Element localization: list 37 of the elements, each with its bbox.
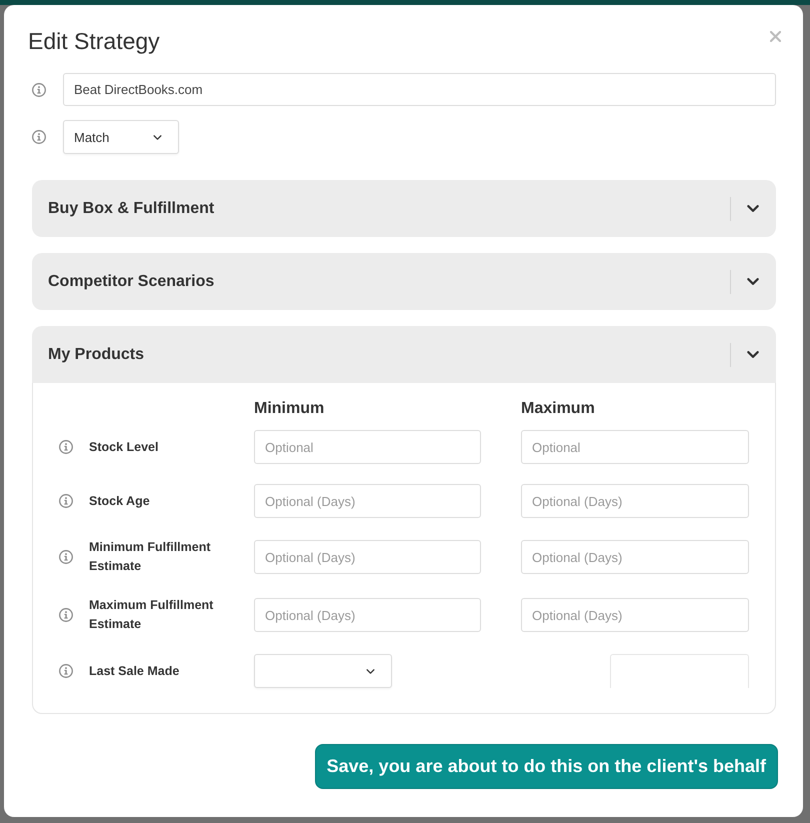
text-field[interactable]: Optional (Days) — [521, 598, 749, 632]
field-label: Last Sale Made — [89, 662, 180, 680]
chevron-down-icon — [747, 351, 759, 358]
field-label: Stock Level — [89, 438, 160, 456]
info-icon — [59, 550, 73, 564]
info-icon — [59, 664, 73, 678]
text-field[interactable]: Optional (Days) — [254, 598, 481, 632]
dropdown[interactable]: Match — [63, 120, 179, 154]
input-field[interactable] — [610, 654, 749, 688]
accordion-header[interactable]: My Products — [32, 326, 776, 383]
dialog-title: Edit Strategy — [28, 27, 160, 55]
accordion-header[interactable]: Buy Box & Fulfillment — [32, 180, 776, 237]
chevron-down-icon — [747, 205, 759, 212]
text-field[interactable]: Optional (Days) — [521, 540, 749, 574]
text-field[interactable]: Optional — [521, 430, 749, 464]
field-label: Stock Age — [89, 492, 151, 510]
field-label: Minimum Fulfillment Estimate — [89, 539, 212, 575]
info-icon — [59, 440, 73, 454]
chevron-down-icon — [153, 134, 162, 140]
save-button[interactable]: Save, you are about to do this on the client's behalf — [314, 744, 778, 789]
field-label: Maximum Fulfillment Estimate — [89, 597, 214, 633]
column-header: Maximum — [521, 399, 595, 419]
info-icon — [59, 608, 73, 622]
info-icon — [59, 494, 73, 508]
text-field[interactable]: Optional — [254, 430, 481, 464]
text-field[interactable]: Optional (Days) — [254, 484, 481, 518]
info-icon — [32, 130, 46, 144]
text-field[interactable]: Optional (Days) — [521, 484, 749, 518]
text-field[interactable]: Beat DirectBooks.com — [63, 73, 776, 106]
accordion-header[interactable]: Competitor Scenarios — [32, 253, 776, 310]
column-header: Minimum — [254, 399, 324, 419]
info-icon — [32, 82, 46, 96]
chevron-down-icon — [747, 278, 759, 285]
dropdown[interactable] — [254, 654, 392, 688]
chevron-down-icon — [366, 668, 375, 674]
text-field[interactable]: Optional (Days) — [254, 540, 481, 574]
close-icon[interactable] — [770, 31, 781, 42]
